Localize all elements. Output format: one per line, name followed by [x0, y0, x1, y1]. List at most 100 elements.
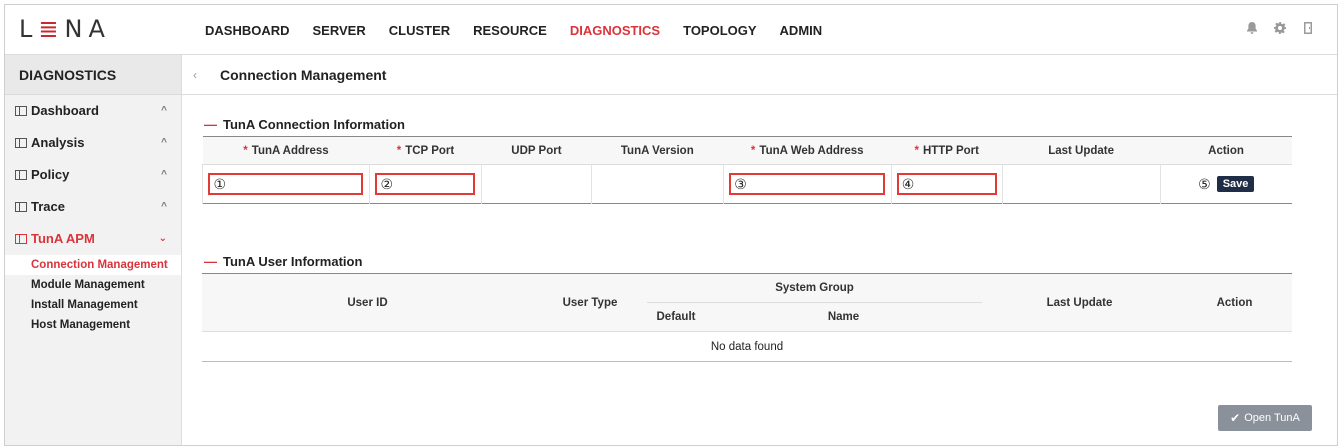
sidebar-item-host-management[interactable]: Host Management [5, 315, 181, 335]
col-tuna-version: TunA Version [591, 136, 724, 165]
panel-icon [15, 234, 27, 244]
table-row: ① ② ③ ④ ⑤ Save [202, 164, 1293, 204]
col-last-update: Last Update [1002, 136, 1161, 165]
col-tcp-port: * TCP Port [369, 136, 482, 165]
tuna-web-address-field[interactable]: ③ [729, 173, 886, 195]
empty-state-text: No data found [202, 331, 1292, 362]
cell-udp-port [481, 164, 592, 204]
logo-letters-na: NA [64, 15, 111, 43]
cell-tuna-version [591, 164, 724, 204]
header-icons [1245, 21, 1315, 35]
col-default: Default [647, 302, 705, 332]
col-last-update: Last Update [982, 273, 1177, 332]
open-tuna-button[interactable]: ✔ Open TunA [1218, 405, 1312, 431]
required-mark: * [914, 144, 919, 157]
nav-diagnostics[interactable]: DIAGNOSTICS [570, 23, 660, 38]
col-action: Action [1177, 273, 1292, 332]
sidebar-group-analysis[interactable]: Analysis ^ [5, 127, 181, 159]
sidebar-title: DIAGNOSTICS [5, 55, 181, 95]
panel-icon [15, 138, 27, 148]
col-udp-port: UDP Port [481, 136, 592, 165]
nav-resource[interactable]: RESOURCE [473, 23, 547, 38]
col-label: TunA Web Address [759, 144, 864, 157]
col-label: TCP Port [405, 144, 455, 157]
top-bar: L≣NA DASHBOARD SERVER CLUSTER RESOURCE D… [5, 5, 1337, 55]
tuna-address-field[interactable]: ① [208, 173, 364, 195]
cell-tcp-port: ② [369, 164, 482, 204]
check-icon: ✔ [1230, 411, 1241, 425]
sidebar-group-trace[interactable]: Trace ^ [5, 191, 181, 223]
action-marker: ⑤ [1198, 175, 1211, 192]
panel-icon [15, 170, 27, 180]
collapse-sidebar-icon[interactable]: ‹ [182, 68, 208, 82]
table-row: No data found [202, 331, 1292, 362]
col-action: Action [1160, 136, 1292, 165]
col-http-port: * HTTP Port [891, 136, 1003, 165]
required-mark: * [750, 144, 756, 157]
logo-mark: ≣ [38, 15, 65, 43]
chevron-up-icon: ^ [161, 201, 167, 212]
connection-section-title: — TunA Connection Information [204, 117, 405, 132]
lena-logo[interactable]: L≣NA [19, 15, 111, 43]
sidebar-group-tuna-apm[interactable]: TunA APM ⌄ [5, 223, 181, 255]
nav-server[interactable]: SERVER [313, 23, 366, 38]
sidebar-group-label: TunA APM [31, 231, 95, 246]
connection-section-label: TunA Connection Information [223, 117, 405, 132]
chevron-down-icon: ⌄ [158, 233, 167, 244]
col-label: HTTP Port [922, 144, 979, 157]
chevron-up-icon: ^ [161, 169, 167, 180]
section-dash-icon: — [204, 254, 217, 269]
exit-icon[interactable] [1301, 21, 1315, 35]
cell-tuna-address: ① [202, 164, 370, 204]
page-title: Connection Management [220, 66, 387, 83]
main-content: ‹ Connection Management — TunA Connection… [182, 55, 1337, 445]
col-tuna-web-address: * TunA Web Address [723, 136, 892, 165]
chevron-up-icon: ^ [161, 137, 167, 148]
cell-action: ⑤ Save [1160, 165, 1292, 204]
nav-topology[interactable]: TOPOLOGY [683, 23, 756, 38]
user-section-title: — TunA User Information [204, 254, 362, 269]
gear-icon[interactable] [1273, 21, 1287, 35]
panel-icon [15, 106, 27, 116]
section-dash-icon: — [204, 117, 217, 132]
main-nav: DASHBOARD SERVER CLUSTER RESOURCE DIAGNO… [205, 5, 845, 55]
col-tuna-address: * TunA Address [202, 136, 370, 165]
tcp-port-field[interactable]: ② [375, 173, 476, 195]
bell-icon[interactable] [1245, 21, 1259, 35]
connection-table: * TunA Address * TCP Port UDP Port TunA Ve… [202, 136, 1292, 204]
col-label: TunA Address [251, 144, 329, 157]
table-header-row: User ID User Type System Group Last Upda… [202, 273, 1292, 332]
save-action: ⑤ Save [1198, 175, 1255, 193]
nav-admin[interactable]: ADMIN [780, 23, 823, 38]
sidebar-group-label: Policy [31, 167, 70, 182]
required-mark: * [243, 144, 248, 157]
table-header-row: * TunA Address * TCP Port UDP Port TunA Ve… [202, 136, 1292, 165]
http-port-field[interactable]: ④ [896, 173, 997, 195]
page-header: ‹ Connection Management [182, 55, 1337, 95]
col-system-group: System Group [647, 273, 982, 303]
sidebar-group-policy[interactable]: Policy ^ [5, 159, 181, 191]
sidebar-group-label: Trace [31, 199, 65, 214]
sidebar-item-install-management[interactable]: Install Management [5, 295, 181, 315]
nav-cluster[interactable]: CLUSTER [389, 23, 450, 38]
col-user-type: User Type [533, 273, 647, 332]
save-button[interactable]: Save [1216, 176, 1255, 192]
required-mark: * [396, 144, 402, 157]
col-name: Name [705, 302, 982, 332]
sidebar-item-connection-management[interactable]: Connection Management [5, 255, 181, 275]
sidebar-item-module-management[interactable]: Module Management [5, 275, 181, 295]
open-tuna-label: Open TunA [1244, 412, 1300, 424]
cell-tuna-web-address: ③ [723, 164, 892, 204]
col-user-id: User ID [202, 273, 533, 332]
sidebar-group-label: Analysis [31, 135, 85, 150]
panel-icon [15, 202, 27, 212]
nav-dashboard[interactable]: DASHBOARD [205, 23, 290, 38]
cell-last-update [1002, 164, 1161, 204]
user-section-label: TunA User Information [223, 254, 363, 269]
logo-letter-l: L [19, 15, 39, 43]
sidebar-group-dashboard[interactable]: Dashboard ^ [5, 95, 181, 127]
app-window: L≣NA DASHBOARD SERVER CLUSTER RESOURCE D… [4, 4, 1338, 446]
cell-http-port: ④ [891, 164, 1003, 204]
user-table: User ID User Type System Group Last Upda… [202, 273, 1292, 362]
sidebar-group-label: Dashboard [31, 103, 99, 118]
